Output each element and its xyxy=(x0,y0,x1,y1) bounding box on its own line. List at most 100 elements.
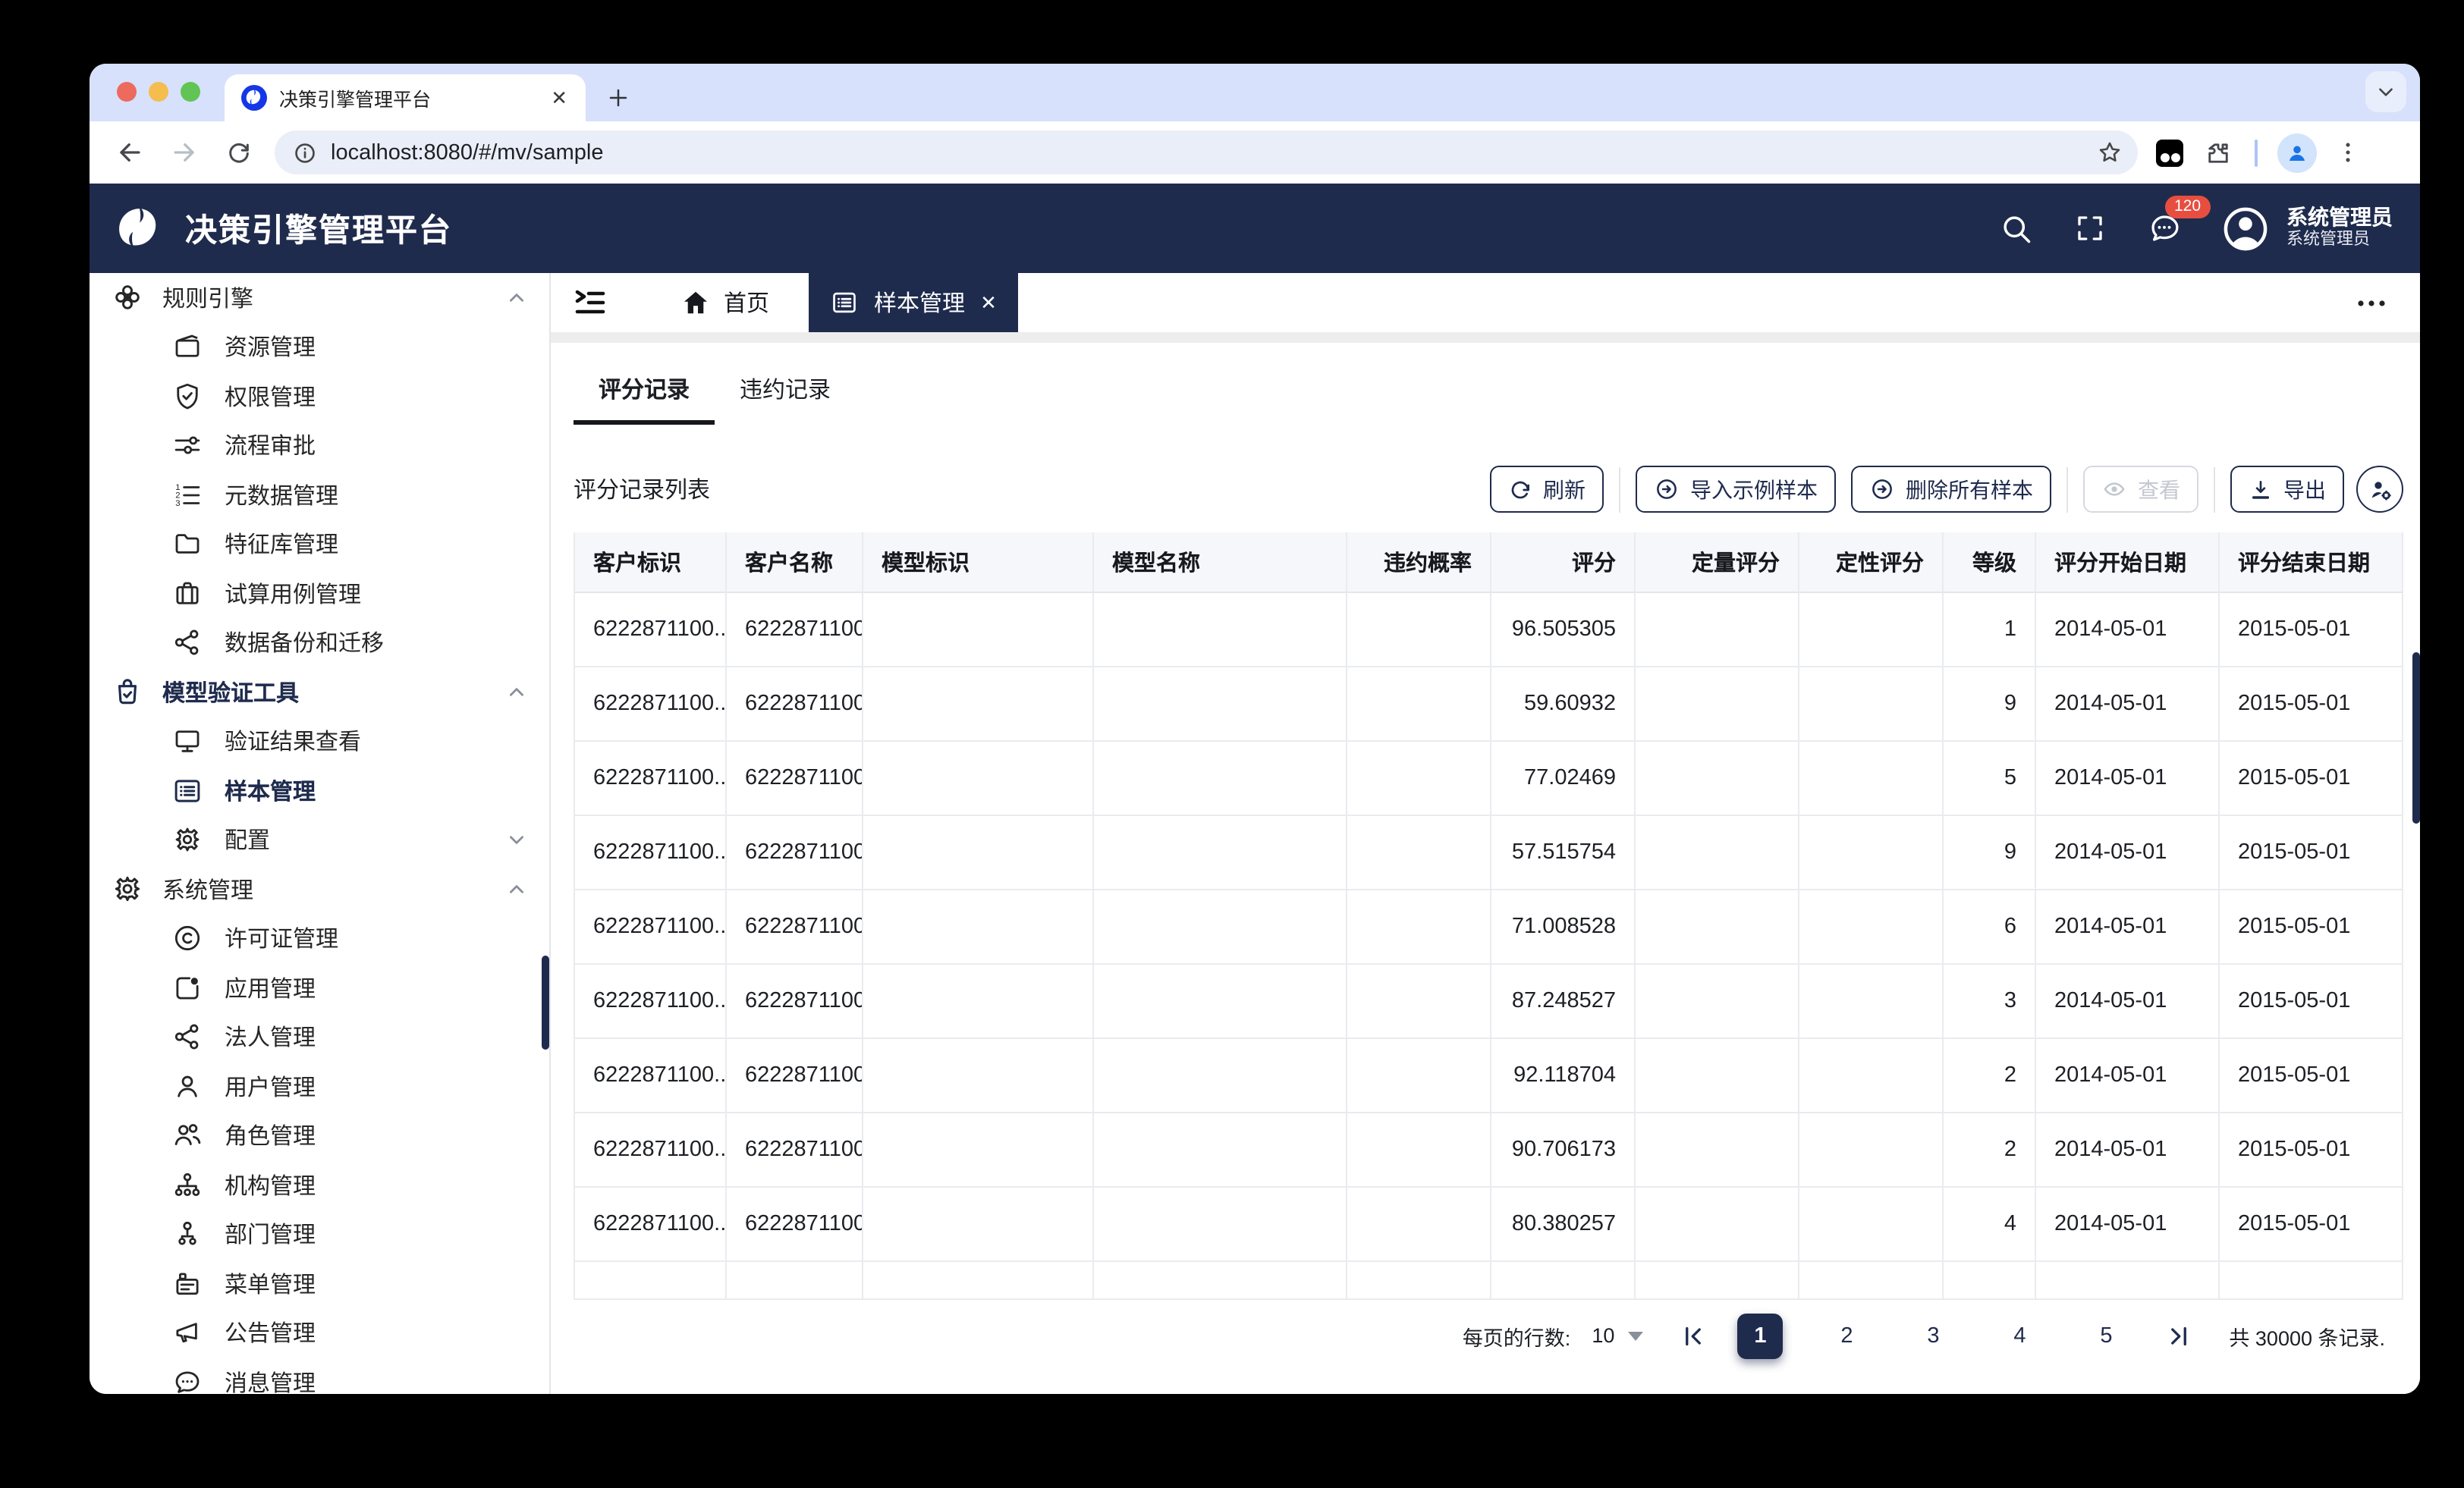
sidebar-item-backup-migration[interactable]: 数据备份和迁移 xyxy=(90,618,549,667)
sidebar-item-menus[interactable]: 菜单管理 xyxy=(90,1259,549,1308)
tab-default-records[interactable]: 违约记录 xyxy=(715,373,856,425)
sidebar-item-messages[interactable]: 消息管理 xyxy=(90,1358,549,1394)
page-button-2[interactable]: 2 xyxy=(1824,1323,1869,1348)
copyright-icon xyxy=(170,922,203,956)
breadcrumb-more-icon[interactable] xyxy=(2353,284,2390,321)
table-row[interactable]: 6222871100... 6222871100... 77.02469 5 2… xyxy=(574,742,2403,816)
chevron-up-icon xyxy=(507,683,526,702)
eye-icon xyxy=(2101,476,2127,502)
shield-check-icon xyxy=(170,380,203,413)
home-icon xyxy=(681,288,710,317)
export-button[interactable]: 导出 xyxy=(2230,466,2344,513)
back-icon[interactable] xyxy=(111,134,147,171)
search-icon[interactable] xyxy=(2000,212,2033,245)
list-toolbar: 评分记录列表 刷新 导入示例样本 xyxy=(574,466,2403,513)
tab-score-records[interactable]: 评分记录 xyxy=(574,373,715,425)
sidebar-item-license[interactable]: 许可证管理 xyxy=(90,914,549,963)
sidebar-item-announcements[interactable]: 公告管理 xyxy=(90,1308,549,1358)
reload-icon[interactable] xyxy=(220,134,256,171)
sidebar-item-trial-cases[interactable]: 试算用例管理 xyxy=(90,569,549,618)
sidebar-item-departments[interactable]: 部门管理 xyxy=(90,1210,549,1259)
sidebar-item-legal-entity[interactable]: 法人管理 xyxy=(90,1012,549,1062)
view-button[interactable]: 查看 xyxy=(2083,466,2198,513)
browser-tab[interactable]: 决策引擎管理平台 ✕ xyxy=(225,74,586,121)
url-bar[interactable]: localhost:8080/#/mv/sample xyxy=(275,130,2138,174)
dark-extension-icon[interactable] xyxy=(2156,139,2183,166)
sidebar-section-model-validation[interactable]: 模型验证工具 xyxy=(90,667,549,717)
sidebar-collapse-icon[interactable] xyxy=(572,284,608,321)
sidebar-section-rule-engine[interactable]: 规则引擎 xyxy=(90,273,549,322)
first-page-button[interactable] xyxy=(1680,1322,1707,1349)
sidebar-item-configuration[interactable]: 配置 xyxy=(90,815,549,865)
messages-icon[interactable]: 120 xyxy=(2147,211,2182,246)
sidebar-item-workflow-approval[interactable]: 流程审批 xyxy=(90,421,549,470)
download-icon xyxy=(2249,477,2273,501)
sidebar-item-validation-results[interactable]: 验证结果查看 xyxy=(90,717,549,766)
table-row[interactable]: 6222871100... 6222871100... 90.706173 2 … xyxy=(574,1113,2403,1188)
sidebar-scrollbar-thumb[interactable] xyxy=(542,956,549,1050)
tab-title: 决策引擎管理平台 xyxy=(279,83,545,112)
close-icon[interactable]: ✕ xyxy=(980,290,997,315)
bookmark-star-icon[interactable] xyxy=(2097,140,2123,165)
divider xyxy=(1619,466,1620,512)
table-row[interactable]: 6222871100... 6222871100... 71.008528 6 … xyxy=(574,890,2403,965)
sidebar-item-resources[interactable]: 资源管理 xyxy=(90,322,549,372)
dropdown-arrow-icon[interactable] xyxy=(1628,1331,1643,1340)
minimize-window-button[interactable] xyxy=(149,82,168,102)
close-window-button[interactable] xyxy=(117,82,137,102)
sidebar-item-organizations[interactable]: 机构管理 xyxy=(90,1160,549,1210)
maximize-window-button[interactable] xyxy=(181,82,200,102)
sidebar-section-system-management[interactable]: 系统管理 xyxy=(90,865,549,914)
page-button-3[interactable]: 3 xyxy=(1910,1323,1956,1348)
user-settings-button[interactable] xyxy=(2356,466,2403,513)
app-square-dot-icon xyxy=(170,972,203,1005)
last-page-button[interactable] xyxy=(2165,1322,2192,1349)
sidebar-item-users[interactable]: 用户管理 xyxy=(90,1062,549,1111)
table-row[interactable]: 6222871100... 6222871100... 87.248527 3 … xyxy=(574,965,2403,1039)
fullscreen-icon[interactable] xyxy=(2074,212,2106,244)
forward-icon[interactable] xyxy=(165,134,202,171)
content-scrollbar-thumb[interactable] xyxy=(2412,652,2420,824)
sidebar-item-metadata[interactable]: 123 元数据管理 xyxy=(90,470,549,520)
divider xyxy=(2214,466,2215,512)
tab-close-icon[interactable]: ✕ xyxy=(545,86,574,110)
table-row[interactable]: 6222871100... 6222871100... 59.60932 9 2… xyxy=(574,667,2403,742)
tab-search-chevron-button[interactable] xyxy=(2365,71,2406,112)
page-button-1[interactable]: 1 xyxy=(1737,1313,1783,1358)
import-sample-button[interactable]: 导入示例样本 xyxy=(1636,466,1836,513)
col-quantitative-score: 定量评分 xyxy=(1636,532,1799,593)
briefcase-icon xyxy=(170,577,203,611)
total-records-label: 共 30000 条记录. xyxy=(2229,1320,2385,1351)
new-tab-button[interactable] xyxy=(598,77,637,117)
delete-all-samples-button[interactable]: 删除所有样本 xyxy=(1851,466,2051,513)
table-row[interactable]: 6222871100... 6222871100... 80.380257 4 … xyxy=(574,1188,2403,1262)
table-row[interactable]: 6222871100... 6222871100... 57.515754 9 … xyxy=(574,816,2403,890)
table-row[interactable]: 6222871100... 6222871100... 92.118704 2 … xyxy=(574,1039,2403,1113)
breadcrumb-home[interactable]: 首页 xyxy=(681,287,769,319)
sidebar-item-roles[interactable]: 角色管理 xyxy=(90,1111,549,1160)
site-info-icon[interactable] xyxy=(293,140,317,165)
browser-window: 决策引擎管理平台 ✕ xyxy=(90,64,2420,1394)
user-name: 系统管理员 xyxy=(2286,205,2393,231)
sidebar-item-permissions[interactable]: 权限管理 xyxy=(90,372,549,421)
folder-flap-icon xyxy=(170,331,203,364)
breadcrumb-tab-sample-management[interactable]: 样本管理 ✕ xyxy=(809,273,1018,332)
refresh-icon xyxy=(1508,477,1532,501)
url-text[interactable]: localhost:8080/#/mv/sample xyxy=(331,140,2097,165)
sidebar-item-sample-management[interactable]: 样本管理 xyxy=(90,766,549,815)
sidebar-item-feature-library[interactable]: 特征库管理 xyxy=(90,520,549,569)
rule-engine-icon xyxy=(111,281,144,315)
extensions-puzzle-icon[interactable] xyxy=(2205,139,2232,166)
page-button-5[interactable]: 5 xyxy=(2083,1323,2129,1348)
user-info[interactable]: 系统管理员 系统管理员 xyxy=(2286,205,2393,253)
record-tabs: 评分记录 违约记录 xyxy=(574,373,2403,425)
refresh-button[interactable]: 刷新 xyxy=(1490,466,1604,513)
user-avatar-icon[interactable] xyxy=(2220,202,2271,254)
rows-per-page-select[interactable]: 10 xyxy=(1592,1324,1614,1347)
page-button-4[interactable]: 4 xyxy=(1997,1323,2042,1348)
sidebar-item-applications[interactable]: 应用管理 xyxy=(90,963,549,1012)
browser-profile-avatar[interactable] xyxy=(2277,133,2317,172)
col-customer-name: 客户名称 xyxy=(727,532,863,593)
browser-menu-icon[interactable] xyxy=(2335,140,2361,165)
table-row[interactable]: 6222871100... 6222871100... 96.505305 1 … xyxy=(574,593,2403,667)
